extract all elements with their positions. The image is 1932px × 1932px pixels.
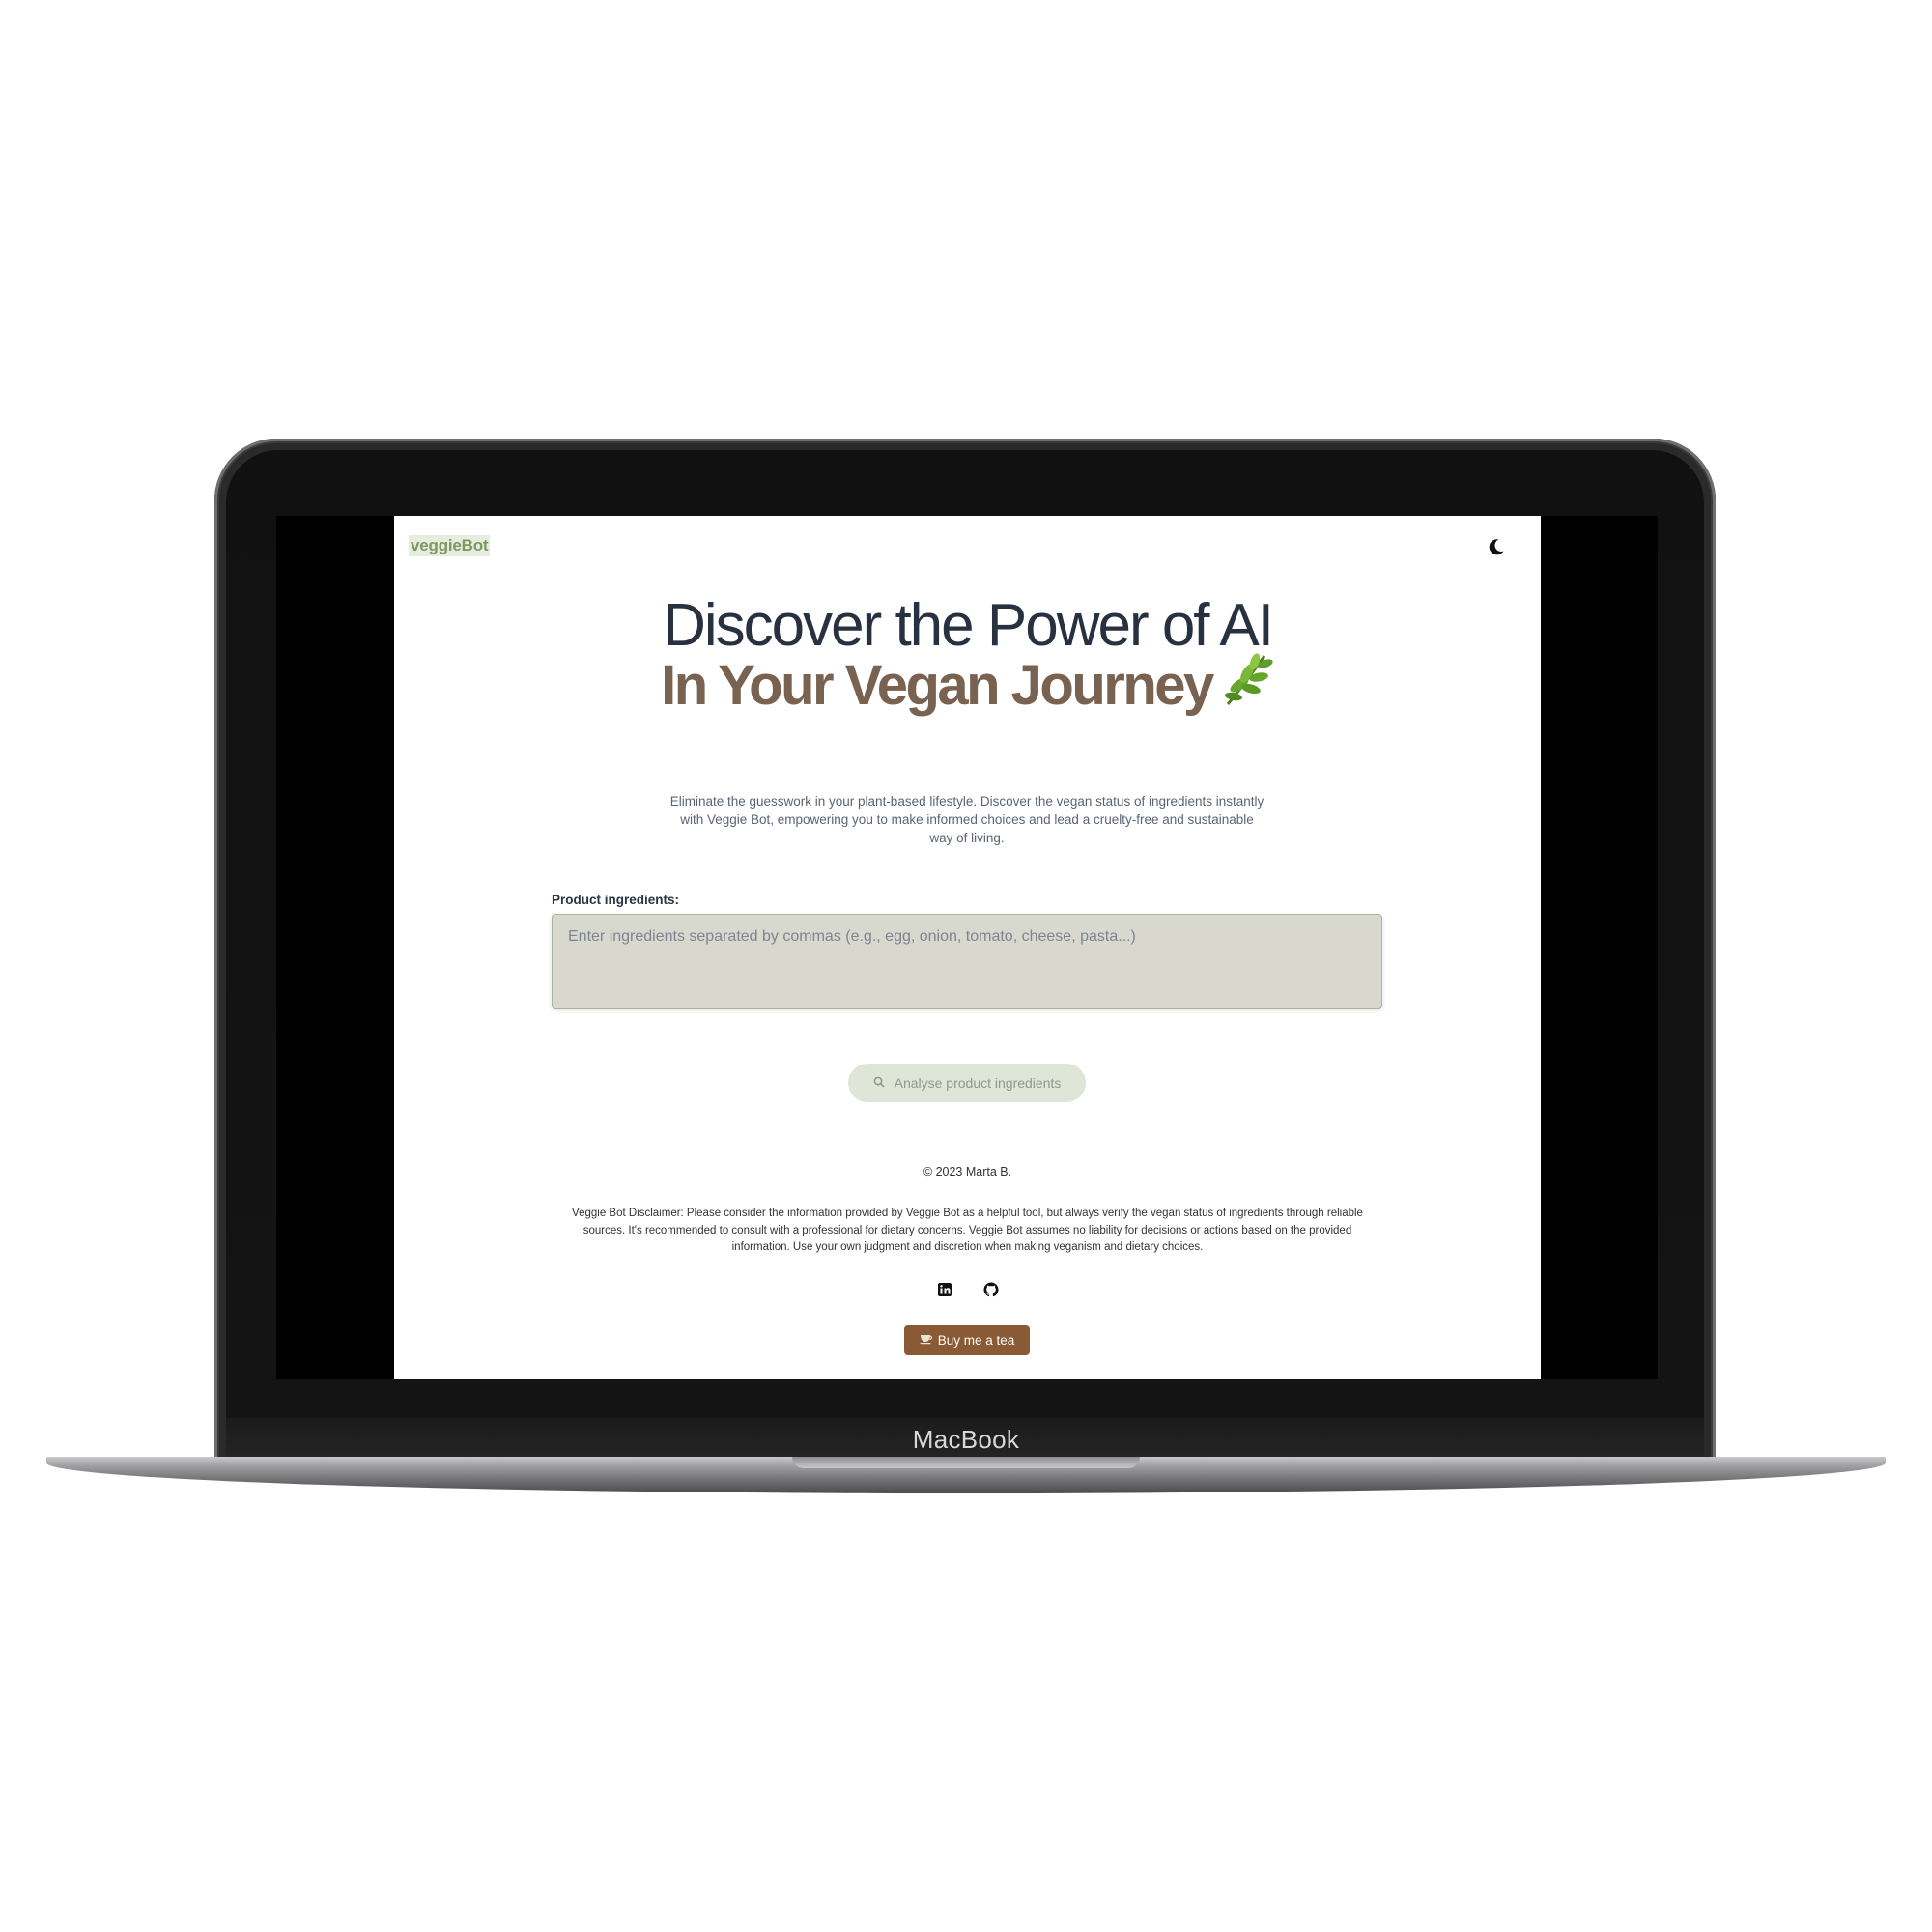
social-links <box>394 1281 1541 1298</box>
buy-tea-button-label: Buy me a tea <box>937 1333 1015 1348</box>
github-icon[interactable] <box>982 1281 1000 1298</box>
logo-link[interactable]: veggieBot <box>409 535 491 556</box>
intro-text: Eliminate the guesswork in your plant-ba… <box>669 793 1264 845</box>
moon-icon[interactable] <box>1486 536 1507 557</box>
hero-heading: Discover the Power of AI In Your Vegan J… <box>394 595 1541 719</box>
teacup-icon <box>920 1333 933 1348</box>
laptop-mockup: MacBook veggieBot Discover the Power of … <box>0 0 1932 1932</box>
analyse-button-label: Analyse product ingredients <box>894 1075 1062 1091</box>
magnifier-icon <box>873 1075 885 1091</box>
ingredients-input[interactable] <box>552 914 1382 1009</box>
linkedin-icon[interactable] <box>936 1281 953 1298</box>
hero-title-line1: Discover the Power of AI <box>663 592 1274 659</box>
analyse-button[interactable]: Analyse product ingredients <box>848 1064 1086 1102</box>
hero-title-line2-text: In Your Vegan Journey <box>661 654 1214 717</box>
laptop-hinge-notch <box>792 1457 1140 1468</box>
hero-title-line2: In Your Vegan Journey <box>394 653 1541 719</box>
copyright-text: © 2023 Marta B. <box>923 1165 1012 1179</box>
web-page: veggieBot Discover the Power of AI In Yo… <box>394 516 1541 1379</box>
disclaimer-text: Veggie Bot Disclaimer: Please consider t… <box>572 1208 1363 1253</box>
herb-leaf-icon <box>1220 650 1274 719</box>
buy-tea-button[interactable]: Buy me a tea <box>904 1325 1030 1355</box>
laptop-brand-label: MacBook <box>912 1425 1020 1454</box>
ingredients-label: Product ingredients: <box>552 893 680 907</box>
